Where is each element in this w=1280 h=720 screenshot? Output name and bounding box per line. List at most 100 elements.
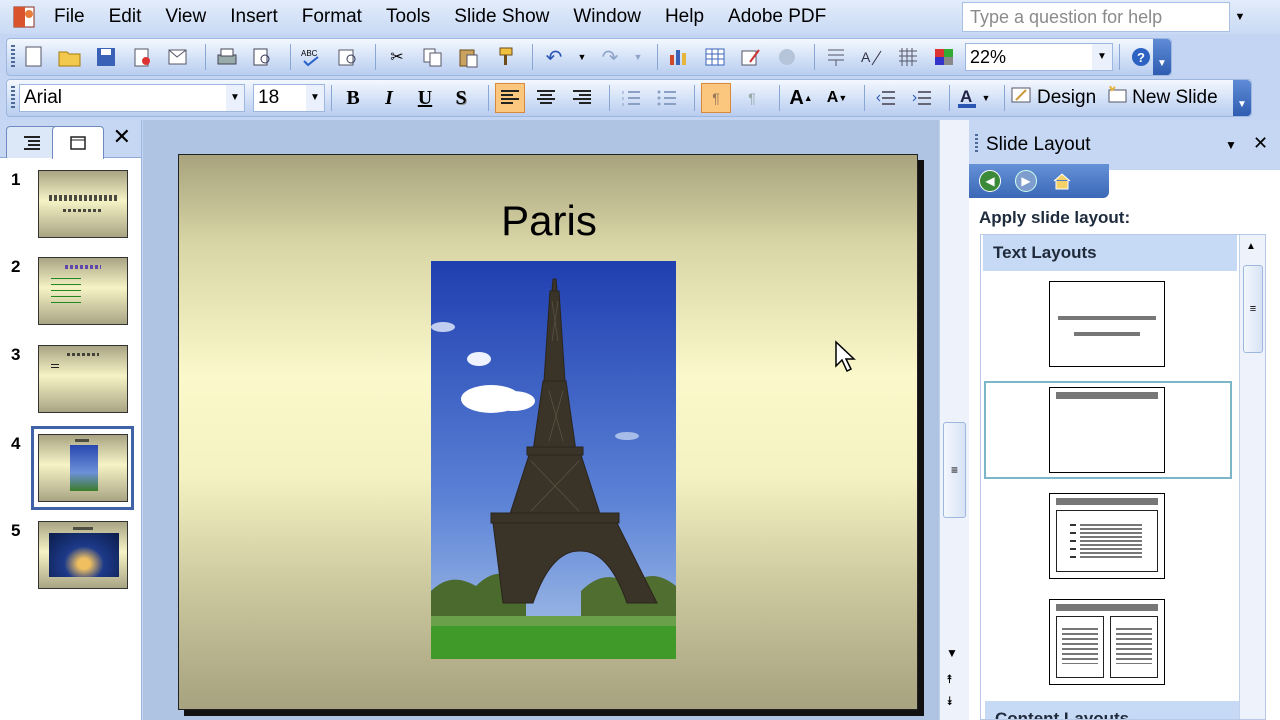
close-icon[interactable]: ✕ [113, 124, 131, 150]
open-folder-icon[interactable] [55, 42, 85, 72]
copy-icon[interactable] [418, 42, 448, 72]
eiffel-tower-picture[interactable] [431, 261, 676, 659]
menu-edit[interactable]: Edit [97, 0, 154, 34]
scroll-down-arrow-icon[interactable]: ▼ [946, 646, 958, 660]
help-dropdown-arrow-icon[interactable]: ▼ [1230, 2, 1250, 32]
back-arrow-icon[interactable]: ◀ [979, 170, 1001, 192]
decrease-font-size-icon[interactable]: A ▼ [822, 83, 852, 113]
menu-adobe-pdf[interactable]: Adobe PDF [716, 0, 838, 34]
task-pane-title[interactable]: Slide Layout [986, 134, 1091, 156]
font-dropdown-arrow-icon[interactable]: ▼ [226, 85, 244, 111]
bold-button[interactable]: B [338, 83, 368, 113]
category-text-layouts[interactable]: Text Layouts [983, 235, 1237, 271]
font-color-icon[interactable]: A [956, 83, 978, 113]
slide-thumbnail-2[interactable]: 2 [0, 257, 142, 339]
layout-title-only[interactable] [1049, 387, 1165, 473]
right-to-left-icon[interactable]: ¶ [737, 83, 767, 113]
scrollbar-thumb[interactable]: ≡ [1243, 265, 1263, 353]
category-content-layouts[interactable]: Content Layouts [985, 701, 1239, 719]
tab-outline[interactable] [6, 126, 58, 158]
tab-slides[interactable] [52, 126, 104, 159]
underline-button[interactable]: U [410, 83, 440, 113]
layout-title-and-two-column-text[interactable] [1049, 599, 1165, 685]
center-icon[interactable] [531, 83, 561, 113]
help-search-input[interactable]: Type a question for help [962, 2, 1230, 32]
zoom-dropdown-arrow-icon[interactable]: ▼ [1092, 44, 1112, 70]
forward-arrow-icon[interactable]: ▶ [1015, 170, 1037, 192]
bullets-icon[interactable] [652, 83, 682, 113]
tables-borders-icon[interactable] [736, 42, 766, 72]
toolbar-options-icon[interactable]: ▼ [1233, 80, 1251, 116]
previous-slide-icon[interactable]: ⯭ [946, 672, 953, 687]
font-name-combobox[interactable]: Arial ▼ [19, 84, 245, 112]
italic-button[interactable]: I [374, 83, 404, 113]
new-slide-button[interactable]: New Slide [1106, 85, 1218, 110]
slide-thumbnail-1[interactable]: 1 [0, 170, 142, 252]
menu-view[interactable]: View [153, 0, 218, 34]
scroll-up-arrow-icon[interactable]: ▲ [1246, 241, 1256, 252]
slide-thumbnail-4[interactable]: 4 [0, 426, 142, 516]
menu-file[interactable]: File [42, 0, 97, 34]
insert-chart-icon[interactable] [664, 42, 694, 72]
redo-dropdown-icon[interactable]: ▼ [631, 42, 645, 72]
design-button[interactable]: Design [1011, 86, 1096, 110]
menu-format[interactable]: Format [290, 0, 374, 34]
home-icon[interactable] [1051, 170, 1073, 192]
next-slide-icon[interactable]: ⯯ [946, 694, 953, 709]
menu-window[interactable]: Window [561, 0, 653, 34]
task-pane-grip[interactable] [975, 134, 978, 154]
left-to-right-icon[interactable]: ¶ [701, 83, 731, 113]
menu-help[interactable]: Help [653, 0, 716, 34]
powerpoint-app-icon[interactable] [8, 2, 42, 32]
shadow-button[interactable]: S [446, 83, 476, 113]
task-pane-scrollbar[interactable]: ▲ ≡ [1239, 235, 1265, 719]
align-left-icon[interactable] [495, 83, 525, 113]
email-icon[interactable] [163, 42, 193, 72]
print-preview-icon[interactable] [248, 42, 278, 72]
cut-icon[interactable]: ✂ [382, 42, 412, 72]
toolbar-grip[interactable] [11, 86, 15, 110]
zoom-combobox[interactable]: 22% ▼ [965, 43, 1113, 71]
font-size-combobox[interactable]: 18 ▼ [253, 84, 325, 112]
decrease-indent-icon[interactable] [871, 83, 901, 113]
slide-vertical-scrollbar[interactable]: ≡ ▼ ⯭ ⯯ [939, 120, 969, 720]
layout-title-slide[interactable] [1049, 281, 1165, 367]
help-icon[interactable]: ? [1126, 42, 1156, 72]
slide-title[interactable]: Paris [179, 197, 919, 245]
menu-tools[interactable]: Tools [374, 0, 442, 34]
new-icon[interactable] [19, 42, 49, 72]
research-icon[interactable] [333, 42, 363, 72]
insert-table-icon[interactable] [700, 42, 730, 72]
save-icon[interactable] [91, 42, 121, 72]
menu-insert[interactable]: Insert [218, 0, 290, 34]
toolbar-options-icon[interactable]: ▼ [1153, 39, 1171, 75]
paste-icon[interactable] [454, 42, 484, 72]
show-grid-icon[interactable] [893, 42, 923, 72]
slide-thumbnail-5[interactable]: 5 [0, 521, 142, 603]
undo-dropdown-icon[interactable]: ▼ [575, 42, 589, 72]
permission-icon[interactable] [127, 42, 157, 72]
print-icon[interactable] [212, 42, 242, 72]
toolbar-grip[interactable] [11, 45, 15, 69]
expand-all-icon[interactable] [821, 42, 851, 72]
color-grayscale-icon[interactable] [929, 42, 959, 72]
layout-title-and-text[interactable] [1049, 493, 1165, 579]
font-size-dropdown-arrow-icon[interactable]: ▼ [306, 85, 324, 111]
slide-thumbnail-3[interactable]: 3 [0, 345, 142, 427]
show-formatting-icon[interactable]: A [857, 42, 887, 72]
menu-slide-show[interactable]: Slide Show [442, 0, 561, 34]
insert-picture-icon[interactable] [772, 42, 802, 72]
format-painter-icon[interactable] [490, 42, 520, 72]
close-icon[interactable]: ✕ [1253, 133, 1268, 154]
font-color-dropdown-icon[interactable]: ▼ [980, 83, 992, 113]
spelling-icon[interactable]: ABC [297, 42, 327, 72]
increase-indent-icon[interactable] [907, 83, 937, 113]
redo-icon[interactable]: ↷ [595, 42, 625, 72]
align-right-icon[interactable] [567, 83, 597, 113]
task-pane-menu-arrow-icon[interactable]: ▼ [1225, 138, 1237, 152]
current-slide[interactable]: Paris [178, 154, 918, 710]
undo-icon[interactable]: ↶ [539, 42, 569, 72]
numbering-icon[interactable] [616, 83, 646, 113]
scrollbar-thumb[interactable]: ≡ [943, 422, 966, 518]
increase-font-size-icon[interactable]: A ▲ [786, 83, 816, 113]
